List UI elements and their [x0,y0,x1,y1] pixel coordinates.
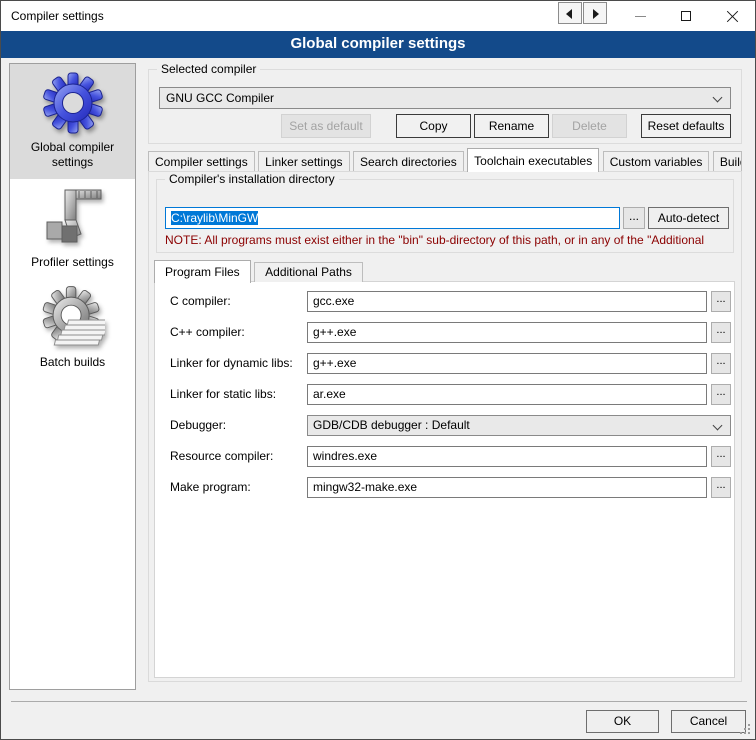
settings-tab-strip: Compiler settings Linker settings Search… [148,148,756,172]
tab-toolchain-executables[interactable]: Toolchain executables [467,148,599,172]
make-program-browse-button[interactable]: ... [711,477,731,498]
installation-directory-group-label: Compiler's installation directory [165,172,339,187]
tab-custom-variables[interactable]: Custom variables [603,151,710,172]
sidebar-item-global-compiler-settings[interactable]: Global compiler settings [10,64,135,179]
copy-button[interactable]: Copy [396,114,471,138]
program-files-tab-strip: Program Files Additional Paths [154,259,363,282]
bin-subdirectory-note: NOTE: All programs must exist either in … [165,233,729,247]
make-program-label: Make program: [170,477,251,498]
cpp-compiler-label: C++ compiler: [170,322,245,343]
cpp-compiler-browse-button[interactable]: ... [711,322,731,343]
set-as-default-button[interactable]: Set as default [281,114,371,138]
subtab-program-files[interactable]: Program Files [154,260,251,283]
sidebar-item-label: Global compiler settings [10,135,135,179]
selected-compiler-dropdown[interactable]: GNU GCC Compiler [159,87,731,109]
chevron-down-icon [713,421,723,431]
delete-button[interactable]: Delete [552,114,627,138]
cpp-compiler-input[interactable]: g++.exe [307,322,707,343]
sidebar-item-label: Batch builds [10,350,135,379]
maximize-button[interactable] [663,1,709,31]
chevron-down-icon [713,93,723,103]
rename-button[interactable]: Rename [474,114,549,138]
linker-static-browse-button[interactable]: ... [711,384,731,405]
dialog-heading: Global compiler settings [1,31,755,58]
linker-dynamic-input[interactable]: g++.exe [307,353,707,374]
tab-compiler-settings[interactable]: Compiler settings [148,151,255,172]
selected-compiler-value: GNU GCC Compiler [166,91,274,105]
maximize-icon [681,11,691,21]
sidebar-item-profiler-settings[interactable]: Profiler settings [10,179,135,279]
linker-dynamic-label: Linker for dynamic libs: [170,353,293,374]
arrow-left-icon [566,9,572,19]
gray-gear-stack-icon [41,286,105,350]
tab-search-directories[interactable]: Search directories [353,151,464,172]
settings-category-list: Global compiler settings [9,63,136,690]
titlebar: Compiler settings [1,1,755,31]
linker-dynamic-browse-button[interactable]: ... [711,353,731,374]
c-compiler-input[interactable]: gcc.exe [307,291,707,312]
tab-scroll-left-button[interactable] [558,2,582,24]
c-compiler-browse-button[interactable]: ... [711,291,731,312]
close-button[interactable] [709,1,755,31]
resize-grip[interactable] [748,732,750,734]
ok-button[interactable]: OK [586,710,659,733]
window-title: Compiler settings [11,1,104,31]
resource-compiler-label: Resource compiler: [170,446,273,467]
tab-build-options[interactable]: Build options [713,151,742,172]
installation-directory-input[interactable]: C:\raylib\MinGW [165,207,620,229]
window-controls [617,1,755,31]
compiler-settings-dialog: Compiler settings Global compiler settin… [0,0,756,740]
browse-directory-button[interactable]: ... [623,207,645,229]
linker-static-input[interactable]: ar.exe [307,384,707,405]
debugger-value: GDB/CDB debugger : Default [313,418,470,432]
resource-compiler-input[interactable]: windres.exe [307,446,707,467]
sidebar-item-label: Profiler settings [10,250,135,279]
subtab-additional-paths[interactable]: Additional Paths [254,262,363,282]
arrow-right-icon [593,9,599,19]
caliper-icon [41,186,105,250]
reset-defaults-button[interactable]: Reset defaults [641,114,731,138]
debugger-dropdown[interactable]: GDB/CDB debugger : Default [307,415,731,436]
c-compiler-label: C compiler: [170,291,231,312]
tab-linker-settings[interactable]: Linker settings [258,151,349,172]
cancel-button[interactable]: Cancel [671,710,746,733]
footer-divider [11,701,747,702]
linker-static-label: Linker for static libs: [170,384,276,405]
installation-directory-value: C:\raylib\MinGW [171,211,258,225]
resource-compiler-browse-button[interactable]: ... [711,446,731,467]
debugger-label: Debugger: [170,415,226,436]
minimize-icon [635,16,646,17]
selected-compiler-group-label: Selected compiler [157,62,260,77]
blue-gear-icon [41,71,105,135]
close-icon [726,10,739,23]
make-program-input[interactable]: mingw32-make.exe [307,477,707,498]
tab-scroll-right-button[interactable] [583,2,607,24]
sidebar-item-batch-builds[interactable]: Batch builds [10,279,135,379]
program-files-panel: C compiler: gcc.exe ... C++ compiler: g+… [154,281,735,678]
minimize-button[interactable] [617,1,663,31]
installation-directory-group: Compiler's installation directory C:\ray… [156,179,734,253]
auto-detect-button[interactable]: Auto-detect [648,207,729,229]
